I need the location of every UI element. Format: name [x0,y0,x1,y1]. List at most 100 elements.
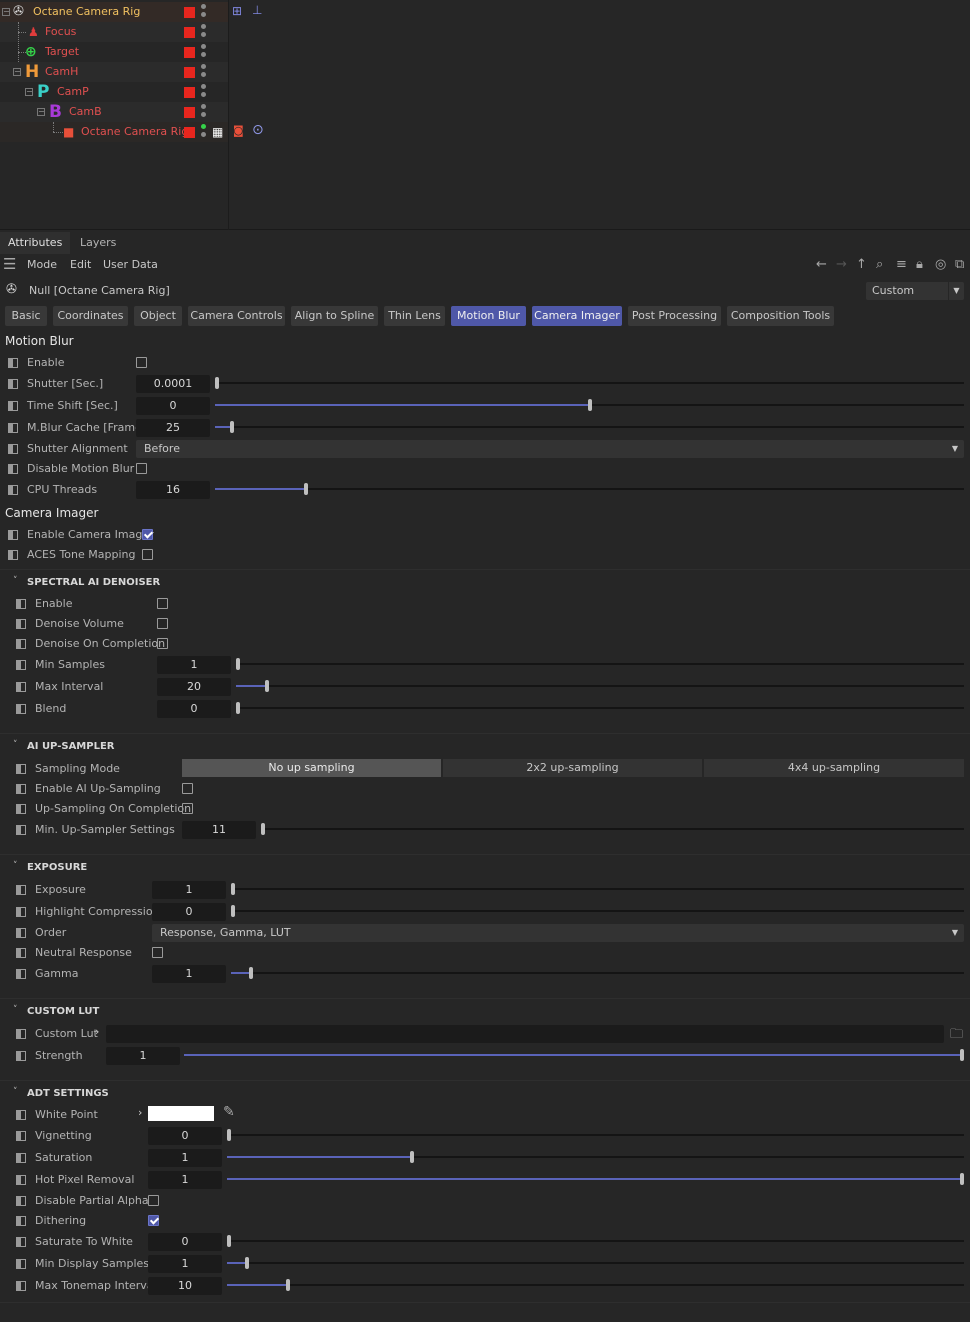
animate-icon[interactable] [16,969,26,979]
max-interval-field[interactable]: 20 [157,678,231,696]
animate-icon[interactable] [16,660,26,670]
animate-icon[interactable] [16,1281,26,1291]
up-sampling-on-completion-checkbox[interactable] [182,803,193,814]
exposure-slider[interactable] [231,883,964,895]
tab-camera-imager[interactable]: Camera Imager [532,306,622,326]
slider-handle[interactable] [227,1129,231,1141]
animate-icon[interactable] [16,1196,26,1206]
enable-ai-up-sampling-checkbox[interactable] [182,783,193,794]
om-row-octane-camera-rig[interactable]: − ✇ Octane Camera Rig [0,2,228,22]
om-row-target[interactable]: ⊕ Target [0,42,228,62]
exposure-field[interactable]: 1 [152,881,226,899]
time-shift-field[interactable]: 0 [136,397,210,415]
cpu-threads-slider[interactable] [215,483,964,495]
layer-color-swatch[interactable] [184,107,195,118]
visibility-dots[interactable] [201,104,206,120]
saturate-to-white-field[interactable]: 0 [148,1233,222,1251]
dithering-checkbox[interactable] [148,1215,159,1226]
filter-icon[interactable]: ≡ [896,258,907,272]
highlight-compression-field[interactable]: 0 [152,903,226,921]
animate-icon[interactable] [8,464,18,474]
time-shift-slider[interactable] [215,399,964,411]
tab-coordinates[interactable]: Coordinates [53,306,128,326]
denoise-volume-checkbox[interactable] [157,618,168,629]
tab-post-processing[interactable]: Post Processing [628,306,721,326]
layer-color-swatch[interactable] [184,67,195,78]
gamma-slider[interactable] [231,967,964,979]
tab-camera-controls[interactable]: Camera Controls [188,306,285,326]
aces-tone-mapping-checkbox[interactable] [142,549,153,560]
max-tonemap-interval-field[interactable]: 10 [148,1277,222,1295]
group-custom-lut[interactable]: ˅ CUSTOM LUT [0,998,970,1020]
max-interval-slider[interactable] [236,680,964,692]
layer-color-swatch[interactable] [184,7,195,18]
group-spectral-ai-denoiser[interactable]: ˅ SPECTRAL AI DENOISER [0,569,970,591]
slider-handle[interactable] [231,883,235,895]
animate-icon[interactable] [16,804,26,814]
gamma-field[interactable]: 1 [152,965,226,983]
animate-icon[interactable] [16,704,26,714]
animate-icon[interactable] [16,825,26,835]
vignetting-field[interactable]: 0 [148,1127,222,1145]
shutter-field[interactable]: 0.0001 [136,375,210,393]
animate-icon[interactable] [16,907,26,917]
animate-icon[interactable] [8,379,18,389]
animate-icon[interactable] [16,948,26,958]
vignetting-slider[interactable] [227,1129,964,1141]
mblur-cache-field[interactable]: 25 [136,419,210,437]
animate-icon[interactable] [16,1216,26,1226]
chevron-right-icon[interactable]: › [138,1106,142,1119]
shutter-alignment-dropdown[interactable]: Before ▼ [136,440,964,458]
slider-handle[interactable] [215,377,219,389]
animate-icon[interactable] [8,358,18,368]
forward-arrow-icon[interactable]: → [836,258,847,272]
animate-icon[interactable] [8,444,18,454]
order-dropdown[interactable]: Response, Gamma, LUT ▼ [152,924,964,942]
animate-icon[interactable] [16,1175,26,1185]
custom-lut-path-field[interactable] [106,1025,944,1043]
slider-handle[interactable] [249,967,253,979]
mode-2x2-up-sampling[interactable]: 2x2 up-sampling [443,759,702,777]
neutral-response-checkbox[interactable] [152,947,163,958]
group-ai-up-sampler[interactable]: ˅ AI UP-SAMPLER [0,733,970,755]
hot-pixel-removal-slider[interactable] [227,1173,964,1185]
enable-camera-imager-checkbox[interactable] [142,529,153,540]
hamburger-menu-icon[interactable]: ☰ [3,257,16,272]
disable-motion-blur-checkbox[interactable] [136,463,147,474]
disable-partial-alpha-checkbox[interactable] [148,1195,159,1206]
animate-icon[interactable] [8,550,18,560]
animate-icon[interactable] [16,928,26,938]
group-adt-settings[interactable]: ˅ ADT SETTINGS [0,1080,970,1102]
tab-object[interactable]: Object [134,306,182,326]
new-window-icon[interactable]: ⧉ [955,258,964,272]
om-row-camb[interactable]: − B CamB [0,102,228,122]
tab-motion-blur[interactable]: Motion Blur [451,306,526,326]
collapse-toggle[interactable]: − [37,108,45,116]
slider-handle[interactable] [245,1257,249,1269]
animate-icon[interactable] [16,784,26,794]
collapse-toggle[interactable]: − [25,88,33,96]
denoise-on-completion-checkbox[interactable] [157,638,168,649]
min-up-sampler-settings-slider[interactable] [261,823,964,835]
preset-dropdown[interactable]: Custom ▼ [866,282,964,300]
blend-slider[interactable] [236,702,964,714]
animate-icon[interactable] [16,639,26,649]
white-point-color-swatch[interactable] [148,1106,214,1121]
min-up-sampler-settings-field[interactable]: 11 [182,821,256,839]
animate-icon[interactable] [16,682,26,692]
slider-handle[interactable] [286,1279,290,1291]
strength-slider[interactable] [184,1049,964,1061]
min-samples-slider[interactable] [236,658,964,670]
strength-field[interactable]: 1 [106,1047,180,1065]
tab-thin-lens[interactable]: Thin Lens [384,306,445,326]
lock-icon[interactable]: 🔒︎ [916,258,923,272]
om-row-focus[interactable]: ♟ Focus [0,22,228,42]
mblur-cache-slider[interactable] [215,421,964,433]
animate-icon[interactable] [8,530,18,540]
up-arrow-icon[interactable]: ↑ [856,258,867,272]
animate-icon[interactable] [16,619,26,629]
min-display-samples-field[interactable]: 1 [148,1255,222,1273]
octane-camera-tag-icon[interactable]: ◙ [233,124,244,137]
slider-handle[interactable] [304,483,308,495]
shutter-slider[interactable] [215,377,964,389]
